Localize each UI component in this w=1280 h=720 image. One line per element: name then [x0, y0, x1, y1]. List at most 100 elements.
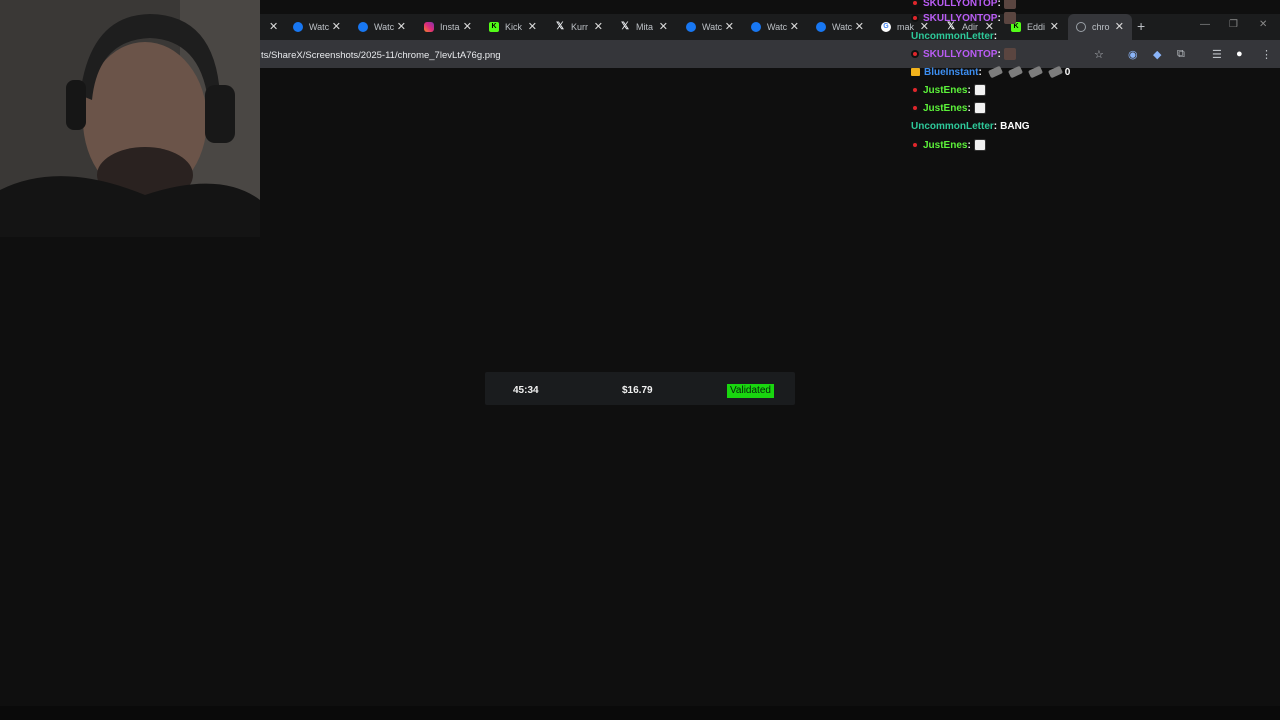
streamer-webcam	[0, 0, 260, 237]
tab-title: Watc	[374, 22, 395, 32]
skull-emote-icon	[1003, 0, 1016, 9]
meta-icon	[686, 22, 696, 32]
chat-message: JustEnes :	[911, 82, 986, 98]
chat-separator: :	[967, 84, 971, 96]
chat-separator: :	[997, 48, 1001, 60]
face-emote-icon	[973, 84, 986, 96]
instagram-icon	[424, 22, 434, 32]
chat-message: SKULLYONTOP :	[911, 46, 1016, 62]
chat-message: JustEnes :	[911, 100, 986, 116]
x-logo-icon: 𝕏	[555, 21, 565, 32]
chat-separator: :	[993, 30, 998, 42]
browser-tab[interactable]: Watc ✕	[743, 14, 807, 40]
tab-close-icon[interactable]: ✕	[397, 20, 406, 33]
chat-separator: :	[993, 120, 998, 132]
minimize-icon[interactable]: —	[1200, 19, 1210, 30]
profile-avatar-icon[interactable]: ●	[1236, 48, 1243, 60]
kick-badge-icon	[911, 104, 919, 112]
browser-menu-icon[interactable]: ⋮	[1261, 48, 1272, 61]
chat-message: SKULLYONTOP :	[911, 10, 1016, 26]
tab-title: Eddi	[1027, 22, 1046, 32]
google-icon: G	[881, 22, 891, 32]
timer-value: 45:34	[513, 385, 539, 396]
chat-message: UncommonLetter : BANG	[911, 118, 1030, 134]
status-badge: Validated	[727, 384, 774, 398]
subscriber-badge-icon	[911, 68, 920, 76]
browser-tab[interactable]: Watc ✕	[678, 14, 742, 40]
chat-separator: :	[967, 102, 971, 114]
tab-close-icon[interactable]: ✕	[269, 20, 278, 33]
browser-tab[interactable]: Insta ✕	[416, 14, 480, 40]
tab-close-icon[interactable]: ✕	[855, 20, 864, 33]
chat-username: SKULLYONTOP	[923, 48, 998, 60]
chat-separator: :	[997, 12, 1001, 24]
browser-tab[interactable]: 𝕏 Kurr ✕	[547, 14, 611, 40]
tab-title: Watc	[767, 22, 788, 32]
bookmark-star-icon[interactable]: ☆	[1094, 48, 1104, 61]
extension-shield-icon[interactable]: ◆	[1153, 48, 1161, 61]
kick-badge-icon	[911, 14, 919, 22]
browser-tab[interactable]: Watc ✕	[285, 14, 349, 40]
browser-tab[interactable]: Watc ✕	[350, 14, 414, 40]
skull-emote-icon	[1003, 48, 1016, 60]
meta-icon	[751, 22, 761, 32]
x-logo-icon: 𝕏	[620, 21, 630, 32]
kick-badge-icon	[911, 141, 919, 149]
meta-icon	[358, 22, 368, 32]
chat-username: SKULLYONTOP	[923, 12, 998, 24]
extension-audio-icon[interactable]: ◉	[1128, 48, 1138, 61]
close-window-icon[interactable]: ✕	[1259, 19, 1267, 30]
media-control-icon[interactable]: ☰	[1212, 48, 1222, 61]
chat-username: BlueInstant	[924, 66, 979, 78]
bottom-edge-strip	[0, 706, 1280, 720]
chat-separator: :	[967, 139, 971, 151]
tab-close-icon[interactable]: ✕	[790, 20, 799, 33]
tab-close-icon[interactable]: ✕	[463, 20, 472, 33]
tab-title: Insta	[440, 22, 460, 32]
chat-username: UncommonLetter	[911, 30, 994, 42]
gun-emote-icon	[1027, 65, 1043, 79]
chat-message: UncommonLetter :	[911, 28, 997, 44]
chat-username: JustEnes	[923, 139, 968, 151]
browser-tab[interactable]: Watc ✕	[808, 14, 872, 40]
tab-title: Kick	[505, 22, 523, 32]
kick-badge-icon	[911, 50, 919, 58]
tab-close-icon[interactable]: ✕	[659, 20, 668, 33]
tab-title: Watc	[702, 22, 723, 32]
kick-badge-icon	[911, 0, 919, 7]
chat-message: BlueInstant : 0	[911, 64, 1070, 80]
tab-close-icon[interactable]: ✕	[1115, 20, 1124, 33]
globe-icon	[1076, 22, 1086, 32]
tab-title: Watc	[309, 22, 330, 32]
gun-emote-icon	[987, 65, 1003, 79]
browser-tab[interactable]: K Kick ✕	[481, 14, 545, 40]
tab-title: Mita	[636, 22, 654, 32]
chat-text: 0	[1064, 66, 1071, 78]
chat-username: SKULLYONTOP	[923, 0, 998, 9]
tab-close-icon[interactable]: ✕	[1050, 20, 1059, 33]
tab-close-icon[interactable]: ✕	[528, 20, 537, 33]
chat-separator: :	[997, 0, 1001, 9]
tab-close-icon[interactable]: ✕	[332, 20, 341, 33]
tab-close-icon[interactable]: ✕	[594, 20, 603, 33]
tab-title: Kurr	[571, 22, 589, 32]
price-value: $16.79	[622, 385, 653, 396]
skull-emote-icon	[1003, 12, 1016, 24]
browser-tab[interactable]: chro ✕	[1068, 14, 1132, 40]
kick-icon: K	[489, 22, 499, 32]
browser-tab[interactable]: 𝕏 Mita ✕	[612, 14, 676, 40]
kick-badge-icon	[911, 86, 919, 94]
chat-separator: :	[978, 66, 982, 78]
tab-close-icon[interactable]: ✕	[725, 20, 734, 33]
restore-icon[interactable]: ❐	[1229, 19, 1238, 30]
tab-title: chro	[1092, 22, 1110, 32]
meta-icon	[293, 22, 303, 32]
chat-username: JustEnes	[923, 102, 968, 114]
webcam-person-image	[0, 0, 260, 237]
new-tab-button[interactable]: +	[1137, 18, 1145, 34]
extensions-puzzle-icon[interactable]: ⧉	[1177, 48, 1185, 61]
chat-message: JustEnes :	[911, 137, 986, 153]
stat-overlay-bar: 45:34 $16.79 Validated	[485, 372, 795, 405]
address-bar-url[interactable]: ts/ShareX/Screenshots/2025-11/chrome_7le…	[261, 50, 501, 61]
gun-emote-icon	[1007, 65, 1023, 79]
